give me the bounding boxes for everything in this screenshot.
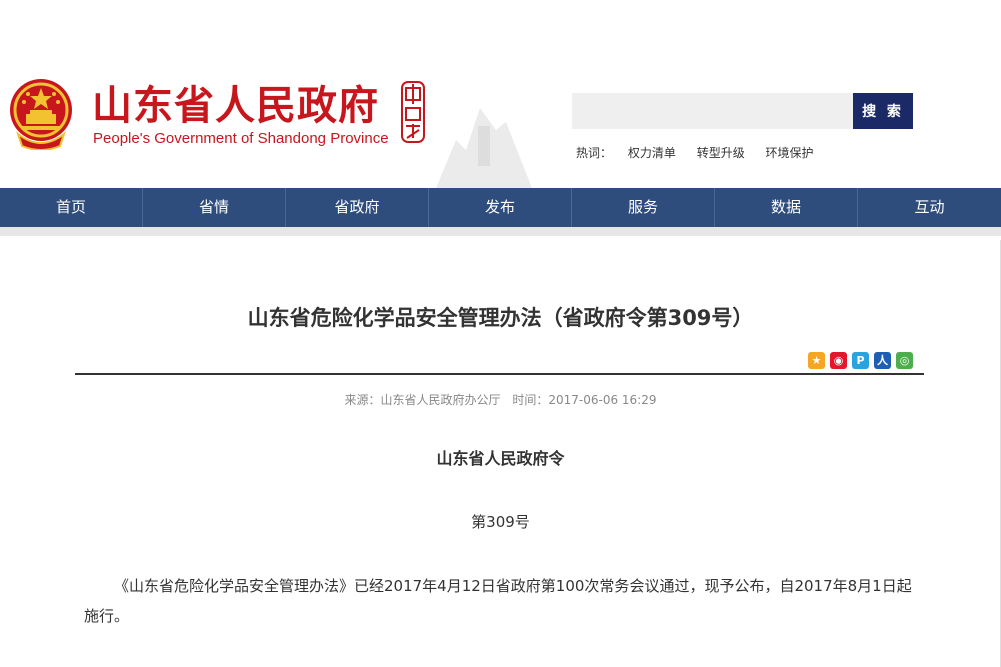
site-header: 山东省人民政府 People's Government of Shandong … bbox=[0, 0, 1001, 188]
decree-number: 第309号 bbox=[471, 513, 530, 531]
hotword-link[interactable]: 转型升级 bbox=[697, 146, 745, 160]
nav-item-release[interactable]: 发布 bbox=[429, 188, 572, 227]
decree-heading: 山东省人民政府令 bbox=[436, 449, 565, 468]
qzone-icon[interactable]: ★ bbox=[808, 352, 825, 369]
search-button[interactable]: 搜 索 bbox=[853, 93, 913, 129]
nav-item-data[interactable]: 数据 bbox=[715, 188, 858, 227]
nav-divider bbox=[0, 227, 1001, 236]
article-paragraph: 《山东省危险化学品安全管理办法》已经2017年4月12日省政府第100次常务会议… bbox=[84, 577, 912, 625]
search-input[interactable] bbox=[572, 93, 853, 129]
hotwords-bar: 热词： 权力清单 转型升级 环境保护 bbox=[576, 144, 831, 161]
hotword-link[interactable]: 环境保护 bbox=[766, 146, 814, 160]
article-source: 来源：山东省人民政府办公厅 bbox=[344, 393, 501, 407]
share-bar: ★ ◉ P 人 ◎ bbox=[808, 352, 913, 369]
seal-icon bbox=[401, 81, 425, 143]
main-nav: 首页 省情 省政府 发布 服务 数据 互动 bbox=[0, 188, 1001, 227]
title-divider bbox=[75, 373, 924, 375]
hotword-link[interactable]: 权力清单 bbox=[628, 146, 676, 160]
hotwords-label: 热词： bbox=[576, 146, 613, 160]
tencent-weibo-icon[interactable]: P bbox=[852, 352, 869, 369]
article-time: 时间：2017-06-06 16:29 bbox=[512, 393, 657, 407]
renren-icon[interactable]: 人 bbox=[874, 352, 891, 369]
nav-item-interact[interactable]: 互动 bbox=[858, 188, 1001, 227]
wechat-icon[interactable]: ◎ bbox=[896, 352, 913, 369]
nav-item-service[interactable]: 服务 bbox=[572, 188, 715, 227]
weibo-icon[interactable]: ◉ bbox=[830, 352, 847, 369]
site-logo-title[interactable]: 山东省人民政府 bbox=[92, 82, 379, 130]
nav-item-home[interactable]: 首页 bbox=[0, 188, 143, 227]
nav-item-government[interactable]: 省政府 bbox=[286, 188, 429, 227]
mountain-watermark-icon bbox=[436, 108, 532, 188]
article-meta: 来源：山东省人民政府办公厅 时间：2017-06-06 16:29 bbox=[0, 391, 1001, 408]
site-logo-subtitle: People's Government of Shandong Province bbox=[93, 130, 389, 147]
national-emblem-icon bbox=[10, 79, 72, 150]
nav-item-province[interactable]: 省情 bbox=[143, 188, 286, 227]
article-title: 山东省危险化学品安全管理办法（省政府令第309号） bbox=[247, 306, 754, 330]
